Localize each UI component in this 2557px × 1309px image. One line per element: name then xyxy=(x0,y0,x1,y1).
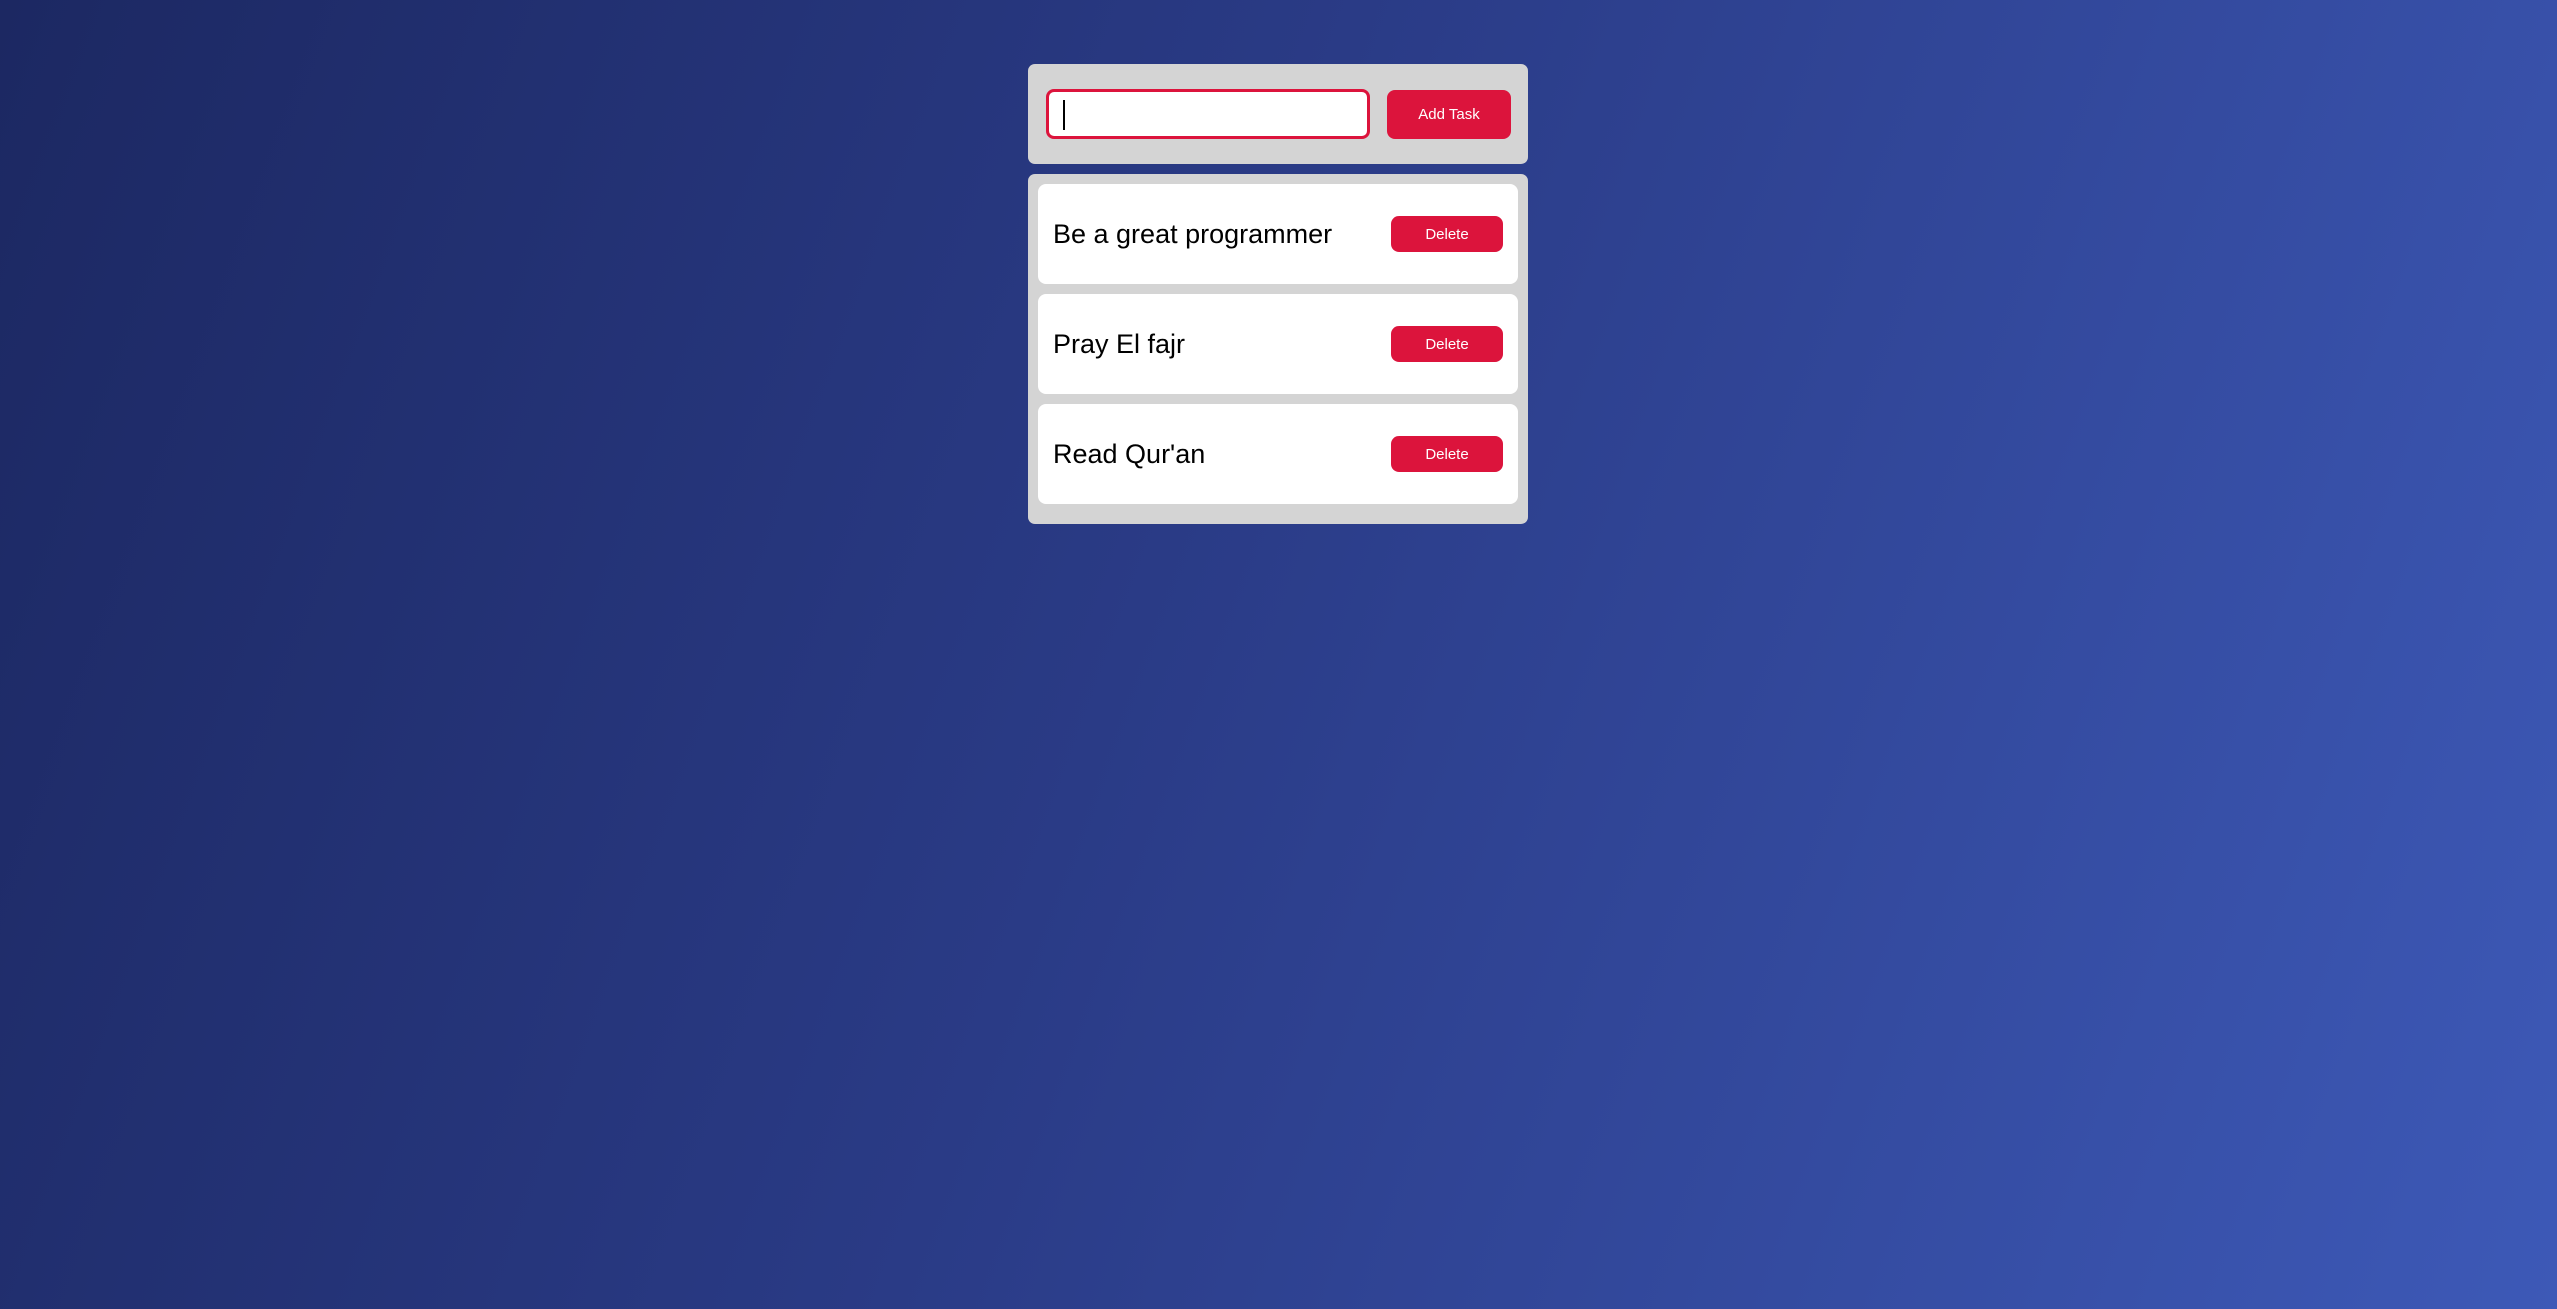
task-text: Read Qur'an xyxy=(1053,438,1206,469)
add-task-form: Add Task xyxy=(1028,64,1528,164)
list-item: Be a great programmer Delete xyxy=(1038,184,1518,284)
task-list: Be a great programmer Delete Pray El faj… xyxy=(1028,174,1528,524)
add-task-button[interactable]: Add Task xyxy=(1387,89,1511,139)
task-text: Pray El fajr xyxy=(1053,328,1186,359)
list-item: Read Qur'an Delete xyxy=(1038,404,1518,504)
todo-app: Add Task Be a great programmer Delete Pr… xyxy=(1028,64,1528,524)
delete-button[interactable]: Delete xyxy=(1391,216,1503,252)
delete-button[interactable]: Delete xyxy=(1391,326,1503,362)
task-text: Be a great programmer xyxy=(1053,218,1333,249)
text-caret xyxy=(1063,100,1065,130)
task-input[interactable] xyxy=(1046,89,1370,139)
list-item: Pray El fajr Delete xyxy=(1038,294,1518,394)
delete-button[interactable]: Delete xyxy=(1391,436,1503,472)
